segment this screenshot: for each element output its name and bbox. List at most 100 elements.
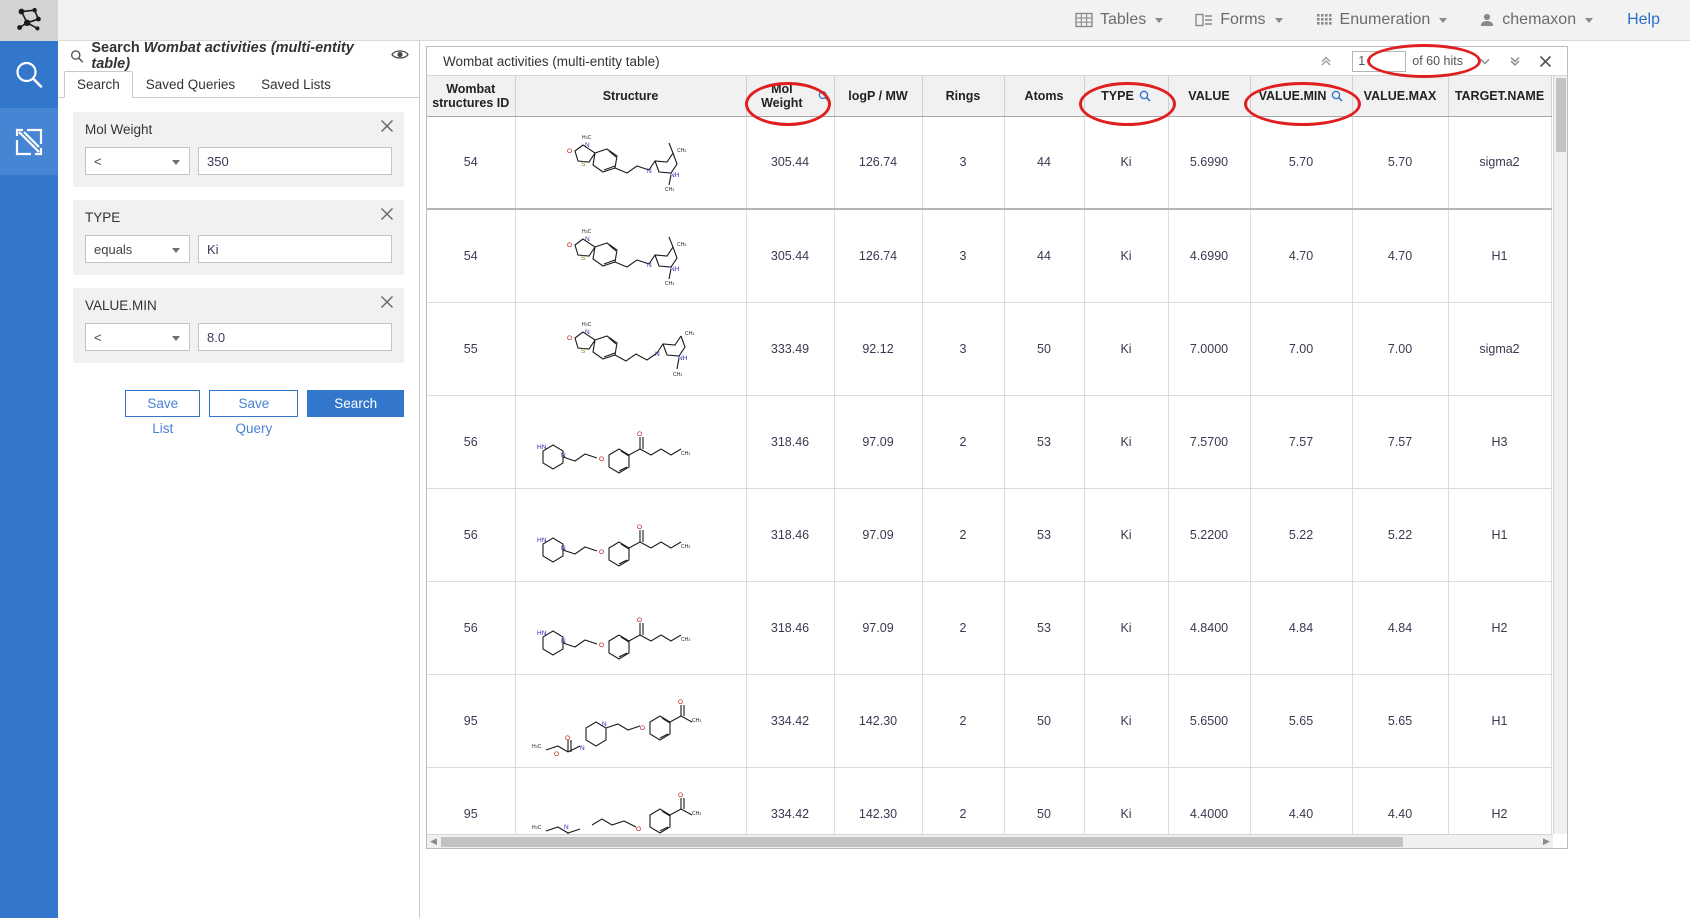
horizontal-scroll-thumb[interactable]: [441, 837, 1403, 847]
search-rail-button[interactable]: [0, 41, 58, 108]
cell-structure[interactable]: HN N O O CH3: [515, 488, 746, 581]
svg-text:O: O: [640, 725, 645, 732]
criterion-type: TYPE equals: [73, 200, 404, 275]
column-header-type[interactable]: TYPE: [1084, 76, 1168, 116]
search-panel-actions: Save List Save Query Search Again: [73, 376, 404, 417]
cell-mol-weight: 305.44: [746, 116, 834, 209]
nav-user-menu[interactable]: chemaxon: [1463, 0, 1609, 41]
search-icon[interactable]: [1331, 90, 1343, 102]
nav-forms-label: Forms: [1220, 11, 1265, 29]
top-nav-items: Tables Forms: [1059, 0, 1690, 41]
value-input-mol-weight[interactable]: [198, 147, 392, 175]
nav-forms[interactable]: Forms: [1179, 0, 1298, 41]
tab-saved-lists[interactable]: Saved Lists: [248, 71, 344, 97]
cell-target-name: H2: [1448, 581, 1551, 674]
nav-tables[interactable]: Tables: [1059, 0, 1179, 41]
table-row[interactable]: 56 HN N O O CH3 318.4697.09253Ki5.22005.…: [427, 488, 1551, 581]
search-panel-tabs: Search Saved Queries Saved Lists: [58, 71, 419, 98]
scroll-left-arrow[interactable]: ◀: [427, 835, 440, 848]
structure-transfer-icon: [13, 126, 45, 158]
structure-rail-button[interactable]: [0, 108, 58, 175]
search-again-button[interactable]: Search Again: [307, 390, 404, 417]
operator-select-type[interactable]: equals: [85, 235, 190, 263]
nav-user-label: chemaxon: [1502, 11, 1576, 29]
chevron-down-icon[interactable]: [1471, 49, 1499, 73]
vertical-scrollbar[interactable]: [1553, 76, 1567, 834]
nav-tables-label: Tables: [1100, 11, 1146, 29]
column-header-structure[interactable]: Structure: [515, 76, 746, 116]
cell-wombat-structures-id: 55: [427, 302, 515, 395]
column-header-wombat-structures-id[interactable]: Wombat structures ID: [427, 76, 515, 116]
svg-text:H3C: H3C: [582, 322, 592, 328]
results-table: Wombat structures ID Structure Mol Weigh…: [427, 76, 1552, 848]
close-icon[interactable]: [379, 118, 395, 134]
operator-select-mol-weight[interactable]: <: [85, 147, 190, 175]
table-row[interactable]: 55 H3C N O S N NH CH3 CH3 333.4992.12350…: [427, 302, 1551, 395]
svg-text:CH3: CH3: [665, 187, 674, 193]
app-logo[interactable]: [0, 0, 58, 41]
cell-wombat-structures-id: 56: [427, 488, 515, 581]
operator-select-value-min[interactable]: <: [85, 323, 190, 351]
cell-wombat-structures-id: 95: [427, 674, 515, 767]
cell-atoms: 44: [1004, 209, 1084, 302]
cell-type: Ki: [1084, 674, 1168, 767]
cell-value-max: 4.70: [1352, 209, 1448, 302]
hit-index-input[interactable]: [1352, 51, 1406, 72]
cell-structure[interactable]: H3C N O S N NH CH3 CH3: [515, 302, 746, 395]
column-header-atoms[interactable]: Atoms: [1004, 76, 1084, 116]
cell-structure[interactable]: HN N O O CH3: [515, 395, 746, 488]
table-row[interactable]: 56 HN N O O CH3 318.4697.09253Ki4.84004.…: [427, 581, 1551, 674]
search-icon[interactable]: [818, 90, 829, 102]
table-row[interactable]: 95 H3C O O N N O O CH3 334.42142.30250Ki…: [427, 674, 1551, 767]
svg-text:O: O: [565, 735, 570, 742]
scroll-right-arrow[interactable]: ▶: [1540, 835, 1553, 848]
svg-text:CH3: CH3: [685, 331, 694, 337]
double-chevron-down-icon[interactable]: [1501, 49, 1529, 73]
cell-value-min: 5.70: [1250, 116, 1352, 209]
column-header-value-max[interactable]: VALUE.MAX: [1352, 76, 1448, 116]
help-link[interactable]: Help: [1609, 11, 1674, 29]
cell-structure[interactable]: HN N O O CH3: [515, 581, 746, 674]
search-criteria-list: Mol Weight < TYPE: [58, 98, 419, 417]
column-header-mol-weight[interactable]: Mol Weight: [746, 76, 834, 116]
cell-structure[interactable]: H3C N O S N NH CH3 CH3: [515, 116, 746, 209]
cell-rings: 2: [922, 488, 1004, 581]
nav-enumeration[interactable]: Enumeration: [1299, 0, 1464, 41]
cell-structure[interactable]: H3C O O N N O O CH3: [515, 674, 746, 767]
cell-logp-mw: 97.09: [834, 395, 922, 488]
criterion-field-label: VALUE.MIN: [85, 298, 392, 313]
save-query-button[interactable]: Save Query: [209, 390, 298, 417]
collapse-up-icon[interactable]: [1312, 49, 1340, 73]
close-icon[interactable]: [379, 206, 395, 222]
column-header-target-name[interactable]: TARGET.NAME: [1448, 76, 1551, 116]
table-row[interactable]: 54 H3C N O S N NH CH3 CH3 305.44126.7434…: [427, 209, 1551, 302]
column-header-rings[interactable]: Rings: [922, 76, 1004, 116]
left-rail: [0, 41, 58, 918]
svg-text:N: N: [585, 329, 590, 336]
chemaxon-logo-icon: [14, 5, 44, 35]
tab-saved-queries[interactable]: Saved Queries: [133, 71, 248, 97]
svg-text:CH3: CH3: [681, 544, 690, 550]
horizontal-scrollbar[interactable]: ◀ ▶: [427, 834, 1553, 848]
table-row[interactable]: 56 HN N O O CH3 318.4697.09253Ki7.57007.…: [427, 395, 1551, 488]
close-icon[interactable]: [379, 294, 395, 310]
column-header-value[interactable]: VALUE: [1168, 76, 1250, 116]
vertical-scroll-thumb[interactable]: [1556, 78, 1566, 152]
table-row[interactable]: 54 H3C N O S N NH CH3 CH3 305.44126.7434…: [427, 116, 1551, 209]
tab-search[interactable]: Search: [64, 71, 133, 98]
column-header-logp-mw[interactable]: logP / MW: [834, 76, 922, 116]
results-table-body: 54 H3C N O S N NH CH3 CH3 305.44126.7434…: [427, 116, 1551, 848]
close-icon[interactable]: [1531, 49, 1559, 73]
cell-structure[interactable]: H3C N O S N NH CH3 CH3: [515, 209, 746, 302]
cell-target-name: H1: [1448, 674, 1551, 767]
eye-icon[interactable]: [391, 48, 409, 65]
search-icon[interactable]: [1139, 90, 1151, 102]
value-input-value-min[interactable]: [198, 323, 392, 351]
value-input-type[interactable]: [198, 235, 392, 263]
column-header-value-min[interactable]: VALUE.MIN: [1250, 76, 1352, 116]
column-label: Structure: [603, 89, 659, 103]
svg-text:H3C: H3C: [582, 229, 592, 235]
cell-wombat-structures-id: 56: [427, 395, 515, 488]
svg-text:O: O: [599, 456, 604, 463]
save-list-button[interactable]: Save List: [125, 390, 200, 417]
